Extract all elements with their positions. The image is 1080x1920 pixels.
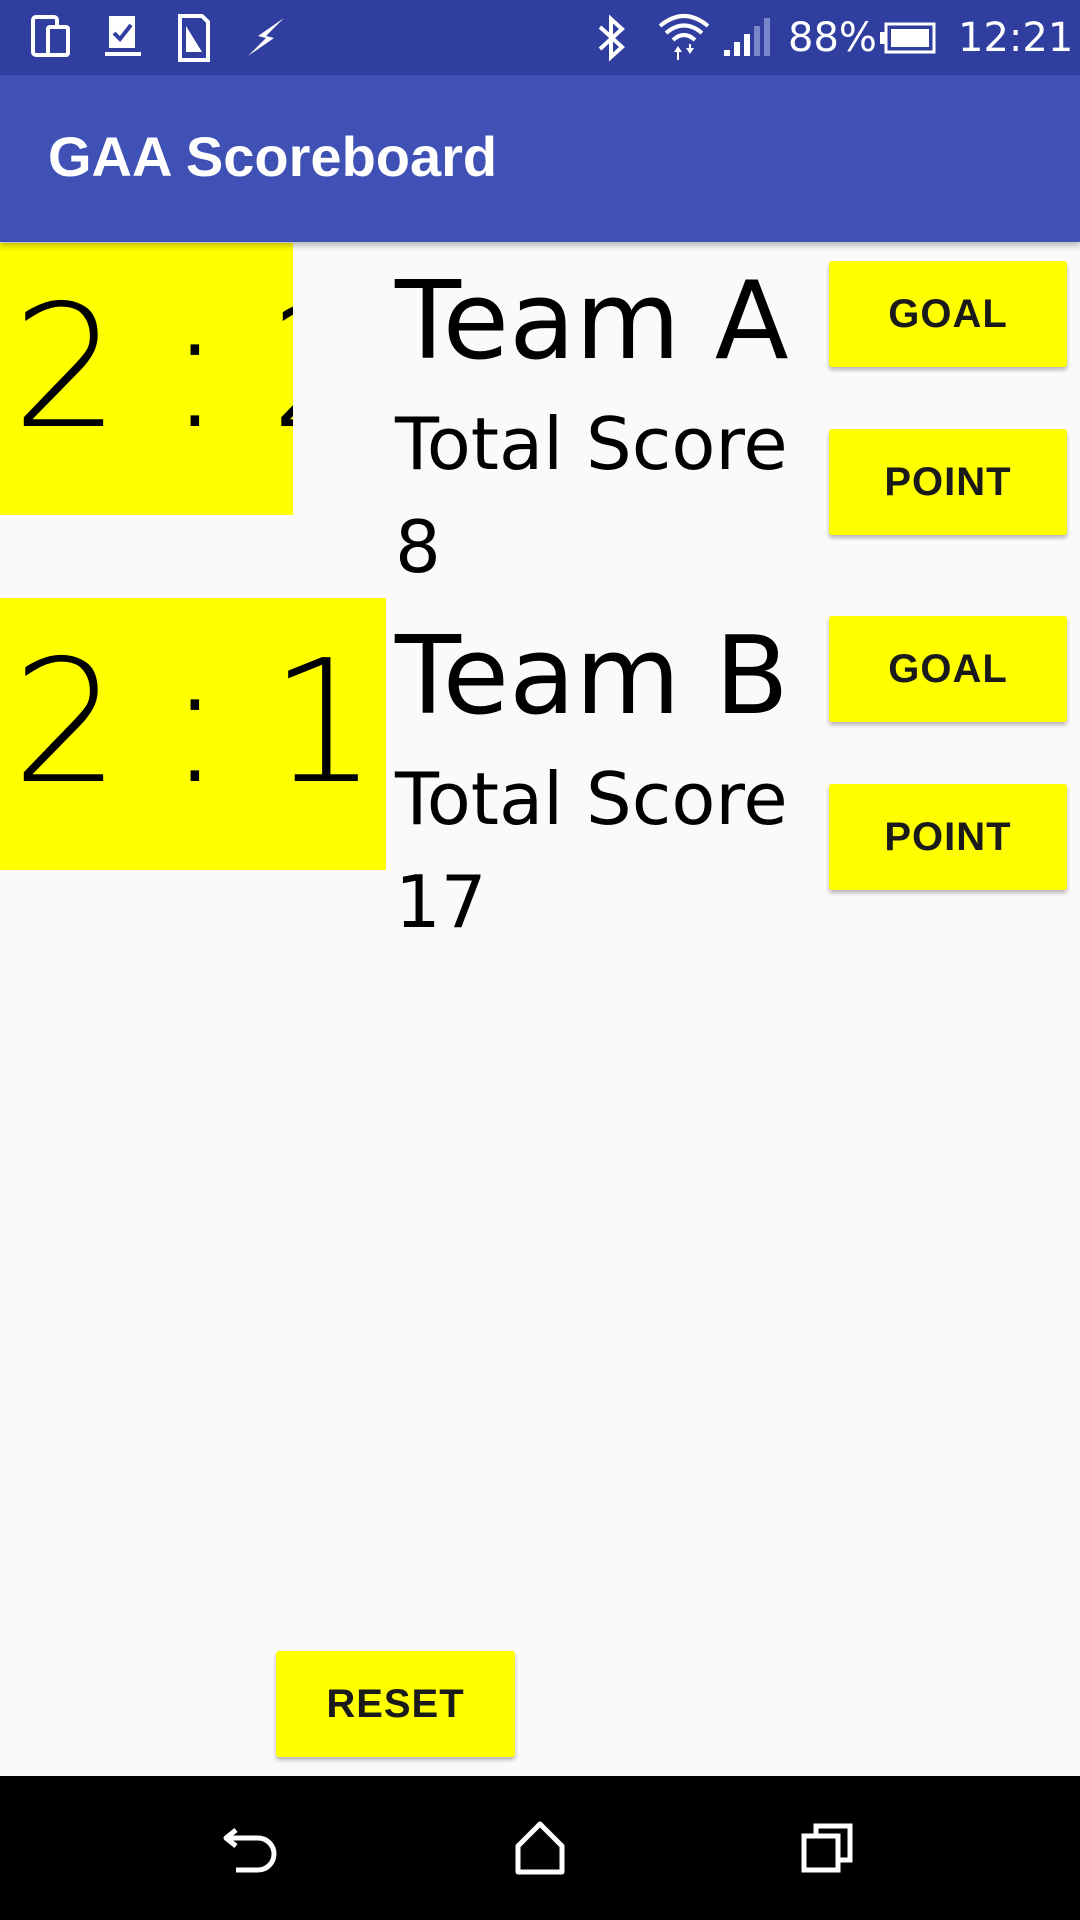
battery-percent: 88% <box>788 15 877 61</box>
bluetooth-icon <box>596 14 628 62</box>
team-a-score-text: 2 : 2 <box>12 269 293 467</box>
team-b-score-display: 2 : 11 <box>0 598 386 870</box>
team-a-score-display: 2 : 2 <box>0 243 293 515</box>
team-a-total: 8 <box>395 505 441 589</box>
device-icon <box>30 14 74 60</box>
reset-button[interactable]: RESET <box>276 1651 515 1757</box>
team-b-goal-button[interactable]: GOAL <box>829 616 1067 722</box>
team-b-total-label: Total Score <box>395 757 788 841</box>
flash-icon <box>244 14 288 60</box>
task-icon <box>103 14 143 60</box>
wifi-icon <box>656 10 712 60</box>
team-a-total-label: Total Score <box>395 402 788 486</box>
app-title: GAA Scoreboard <box>48 125 498 188</box>
clock: 12:21 <box>958 15 1074 61</box>
sim-icon <box>176 14 212 62</box>
recents-icon[interactable] <box>778 1798 878 1898</box>
team-b-total: 17 <box>395 860 487 944</box>
team-a-name: Team A <box>395 259 789 384</box>
team-b-point-button[interactable]: POINT <box>829 784 1067 890</box>
status-bar: 88% 12:21 <box>0 0 1080 75</box>
navigation-bar <box>0 1776 1080 1920</box>
team-b-name: Team B <box>395 614 789 739</box>
battery-icon <box>878 20 938 66</box>
signal-icon <box>722 14 772 60</box>
team-a-point-button[interactable]: POINT <box>829 429 1067 535</box>
team-a-goal-button[interactable]: GOAL <box>829 261 1067 367</box>
back-icon[interactable] <box>202 1798 302 1898</box>
team-b-score-text: 2 : 11 <box>12 624 386 822</box>
home-icon[interactable] <box>490 1798 590 1898</box>
app-bar: GAA Scoreboard <box>0 75 1080 242</box>
